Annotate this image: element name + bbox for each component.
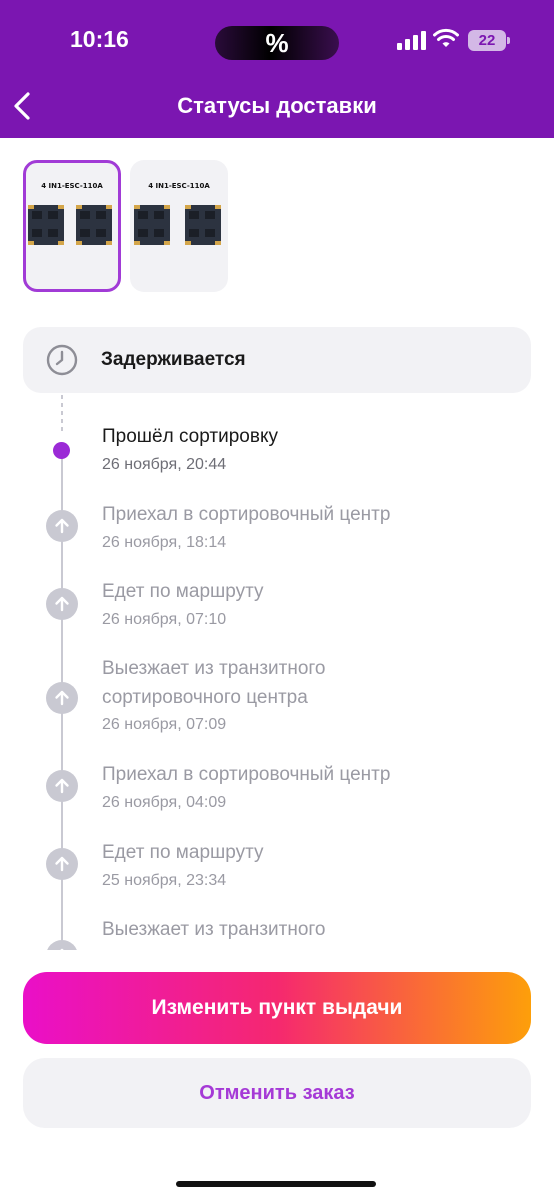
- timeline-event-date: 26 ноября, 18:14: [102, 534, 227, 551]
- timeline-event-title: Едет по маршруту: [102, 842, 264, 863]
- timeline-event-title: Приехал в сортировочный центр: [102, 504, 391, 525]
- timeline-event-title: Едет по маршруту: [102, 581, 264, 602]
- battery-level: 22: [478, 32, 496, 49]
- app-header: 10:16 % 22 Статусы доставки: [0, 0, 554, 138]
- timeline-event-date: 25 ноября, 23:34: [102, 872, 227, 889]
- status-time: 10:16: [70, 26, 129, 52]
- timeline-dashed-line: [61, 395, 63, 435]
- island-percent-icon: %: [265, 28, 289, 58]
- battery-icon: 22: [468, 30, 506, 51]
- page-title: Статусы доставки: [177, 93, 377, 118]
- arrow-up-icon: [46, 682, 78, 714]
- timeline-event-title-line2: сортировочного центра: [102, 687, 308, 708]
- cellular-signal-icon: [397, 31, 426, 50]
- timeline-event-date: 26 ноября, 07:09: [102, 716, 227, 733]
- timeline-event-date: 26 ноября, 04:09: [102, 794, 227, 811]
- wifi-icon: [433, 28, 459, 47]
- delay-text: Задерживается: [101, 349, 246, 370]
- timeline-event-title: Выезжает из транзитного: [102, 658, 326, 679]
- delay-status-bar: Задерживается: [23, 327, 531, 393]
- cancel-order-label: Отменить заказ: [199, 1082, 355, 1104]
- esc-board-image: [185, 205, 221, 245]
- home-indicator[interactable]: [176, 1181, 376, 1187]
- timeline-event-title: Выезжает из транзитного: [102, 919, 326, 940]
- esc-board-image: [134, 205, 170, 245]
- clock-icon: [46, 344, 78, 376]
- arrow-up-icon: [46, 588, 78, 620]
- timeline-event-title: Прошёл сортировку: [102, 426, 278, 447]
- timeline-event-title: Приехал в сортировочный центр: [102, 764, 391, 785]
- cancel-order-button[interactable]: Отменить заказ: [23, 1058, 531, 1128]
- change-pickup-point-label: Изменить пункт выдачи: [151, 996, 403, 1019]
- product-thumbnail-2[interactable]: 4 IN1-ESC-110A: [130, 160, 228, 292]
- arrow-up-icon: [46, 770, 78, 802]
- product-label: 4 IN1-ESC-110A: [41, 182, 103, 190]
- product-label: 4 IN1-ESC-110A: [148, 182, 210, 190]
- timeline-active-dot: [53, 442, 70, 459]
- arrow-up-icon: [46, 510, 78, 542]
- timeline-event-date: 26 ноября, 07:10: [102, 611, 227, 628]
- arrow-up-icon: [46, 848, 78, 880]
- dynamic-island: %: [215, 26, 339, 60]
- battery-tip: [507, 37, 510, 44]
- product-thumbnail-1[interactable]: 4 IN1-ESC-110A: [23, 160, 121, 292]
- esc-board-image: [76, 205, 112, 245]
- esc-board-image: [28, 205, 64, 245]
- change-pickup-point-button[interactable]: Изменить пункт выдачи: [23, 972, 531, 1044]
- timeline-event-date: 26 ноября, 20:44: [102, 456, 227, 473]
